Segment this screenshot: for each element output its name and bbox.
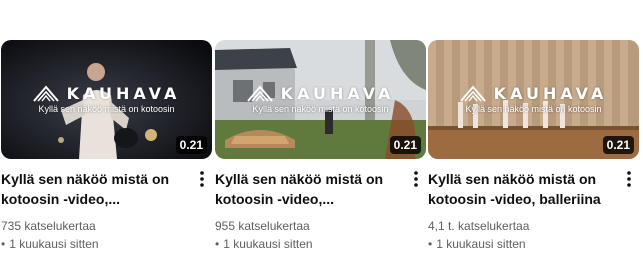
brand-wordmark: KAUHAVA [493, 84, 608, 103]
more-actions-button[interactable] [192, 169, 212, 189]
separator-dot: • [1, 237, 6, 251]
more-vert-icon [414, 171, 418, 187]
upload-age-line: • 1 kuukausi sitten [1, 235, 190, 253]
duration-badge: 0.21 [389, 136, 421, 154]
brand-tagline: Kyllä sen näköö mistä on kotoosin [252, 104, 389, 114]
upload-age: 1 kuukausi sitten [9, 237, 99, 251]
video-thumbnail[interactable]: KAUHAVA Kyllä sen näköö mistä on kotoosi… [428, 40, 639, 159]
separator-dot: • [428, 237, 433, 251]
video-row: KAUHAVA Kyllä sen näköö mistä on kotoosi… [0, 40, 643, 260]
brand-wordmark: KAUHAVA [280, 84, 395, 103]
brand-tagline: Kyllä sen näköö mistä on kotoosin [465, 104, 602, 114]
kauhava-logo-icon [32, 84, 59, 102]
more-vert-icon [627, 171, 631, 187]
upload-age-line: • 1 kuukausi sitten [215, 235, 404, 253]
upload-age-line: • 1 kuukausi sitten [428, 235, 617, 253]
upload-age: 1 kuukausi sitten [436, 237, 526, 251]
video-title[interactable]: Kyllä sen näköö mistä on kotoosin -video… [215, 169, 404, 209]
duration-badge: 0.21 [602, 136, 634, 154]
view-count: 4,1 t. katselukertaa [428, 219, 530, 233]
more-actions-button[interactable] [406, 169, 426, 189]
brand-wordmark: KAUHAVA [66, 84, 181, 103]
video-card: KAUHAVA Kyllä sen näköö mistä on kotoosi… [428, 40, 639, 253]
video-title[interactable]: Kyllä sen näköö mistä on kotoosin -video… [1, 169, 190, 209]
view-count: 735 katselukertaa [1, 219, 96, 233]
kauhava-logo-icon [459, 84, 486, 102]
view-count: 955 katselukertaa [215, 219, 310, 233]
more-vert-icon [200, 171, 204, 187]
video-card: KAUHAVA Kyllä sen näköö mistä on kotoosi… [215, 40, 426, 253]
duration-badge: 0.21 [175, 136, 207, 154]
brand-tagline: Kyllä sen näköö mistä on kotoosin [38, 104, 175, 114]
video-title[interactable]: Kyllä sen näköö mistä on kotoosin -video… [428, 169, 617, 209]
brand-overlay: KAUHAVA Kyllä sen näköö mistä on kotoosi… [215, 84, 426, 114]
brand-overlay: KAUHAVA Kyllä sen näköö mistä on kotoosi… [1, 84, 212, 114]
video-card: KAUHAVA Kyllä sen näköö mistä on kotoosi… [1, 40, 212, 253]
upload-age: 1 kuukausi sitten [223, 237, 313, 251]
kauhava-logo-icon [246, 84, 273, 102]
video-thumbnail[interactable]: KAUHAVA Kyllä sen näköö mistä on kotoosi… [215, 40, 426, 159]
brand-overlay: KAUHAVA Kyllä sen näköö mistä on kotoosi… [428, 84, 639, 114]
separator-dot: • [215, 237, 220, 251]
more-actions-button[interactable] [619, 169, 639, 189]
video-thumbnail[interactable]: KAUHAVA Kyllä sen näköö mistä on kotoosi… [1, 40, 212, 159]
